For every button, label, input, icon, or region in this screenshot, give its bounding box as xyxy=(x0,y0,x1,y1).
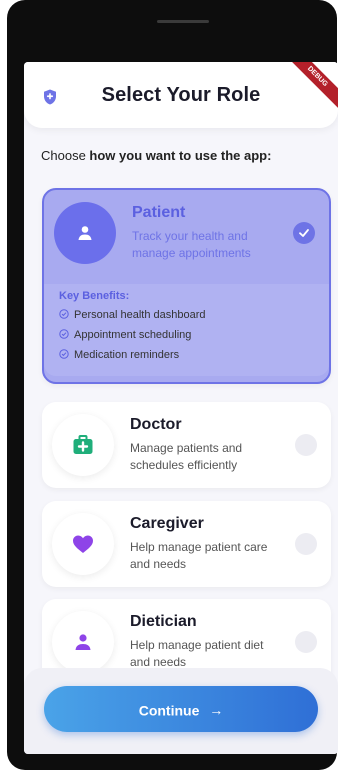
arrow-right-icon: → xyxy=(209,702,224,719)
benefit-label: Personal health dashboard xyxy=(74,309,206,321)
role-description: Help manage patient diet and needs xyxy=(130,638,264,669)
avatar xyxy=(52,414,114,476)
role-title: Doctor xyxy=(130,416,182,433)
heart-icon xyxy=(73,535,93,553)
role-title: Patient xyxy=(132,204,186,221)
selection-radio[interactable] xyxy=(295,631,317,653)
selection-check[interactable] xyxy=(293,222,315,244)
role-card-caregiver[interactable]: Caregiver Help manage patient care and n… xyxy=(42,501,331,587)
page-title: Select Your Role xyxy=(101,84,261,106)
app-screen: Select Your Role DEBUG Choose how you wa… xyxy=(24,62,338,754)
continue-button[interactable]: Continue → xyxy=(44,686,318,732)
bottom-action-bar: Continue → xyxy=(24,668,338,754)
key-benefits-title: Key Benefits: xyxy=(59,290,130,302)
selection-radio[interactable] xyxy=(295,434,317,456)
benefit-label: Medication reminders xyxy=(74,349,180,361)
user-icon xyxy=(75,634,91,650)
user-icon xyxy=(78,226,92,240)
speaker-grille xyxy=(157,20,209,23)
selection-radio[interactable] xyxy=(295,533,317,555)
role-prompt-bold: how you want to use the app: xyxy=(89,148,272,163)
checkmark-icon xyxy=(299,229,309,237)
check-circle-icon xyxy=(59,329,69,339)
check-circle-icon xyxy=(59,309,69,319)
role-title: Dietician xyxy=(130,613,197,630)
continue-label: Continue xyxy=(138,702,200,719)
medical-kit-icon xyxy=(73,435,93,454)
role-description: Help manage patient care and needs xyxy=(130,540,268,571)
role-prompt-prefix: Choose xyxy=(41,148,90,163)
benefit-item: Personal health dashboard xyxy=(59,309,205,321)
avatar xyxy=(54,202,116,264)
phone-frame: Select Your Role DEBUG Choose how you wa… xyxy=(7,0,338,770)
role-prompt: Choose how you want to use the app: xyxy=(41,148,271,163)
role-description: Manage patients and schedules efficientl… xyxy=(130,441,243,472)
role-card-doctor[interactable]: Doctor Manage patients and schedules eff… xyxy=(42,402,331,488)
avatar xyxy=(52,513,114,575)
benefit-label: Appointment scheduling xyxy=(74,329,192,341)
role-card-patient[interactable]: Patient Track your health and manage app… xyxy=(42,188,331,384)
avatar xyxy=(52,611,114,673)
role-title: Caregiver xyxy=(130,515,204,532)
header-bar: Select Your Role DEBUG xyxy=(24,62,338,128)
role-description: Track your health and manage appointment… xyxy=(132,229,251,260)
key-benefits-panel: Key Benefits: Personal health dashboard … xyxy=(44,284,329,376)
benefit-item: Medication reminders xyxy=(59,349,179,361)
check-circle-icon xyxy=(59,349,69,359)
benefit-item: Appointment scheduling xyxy=(59,329,191,341)
